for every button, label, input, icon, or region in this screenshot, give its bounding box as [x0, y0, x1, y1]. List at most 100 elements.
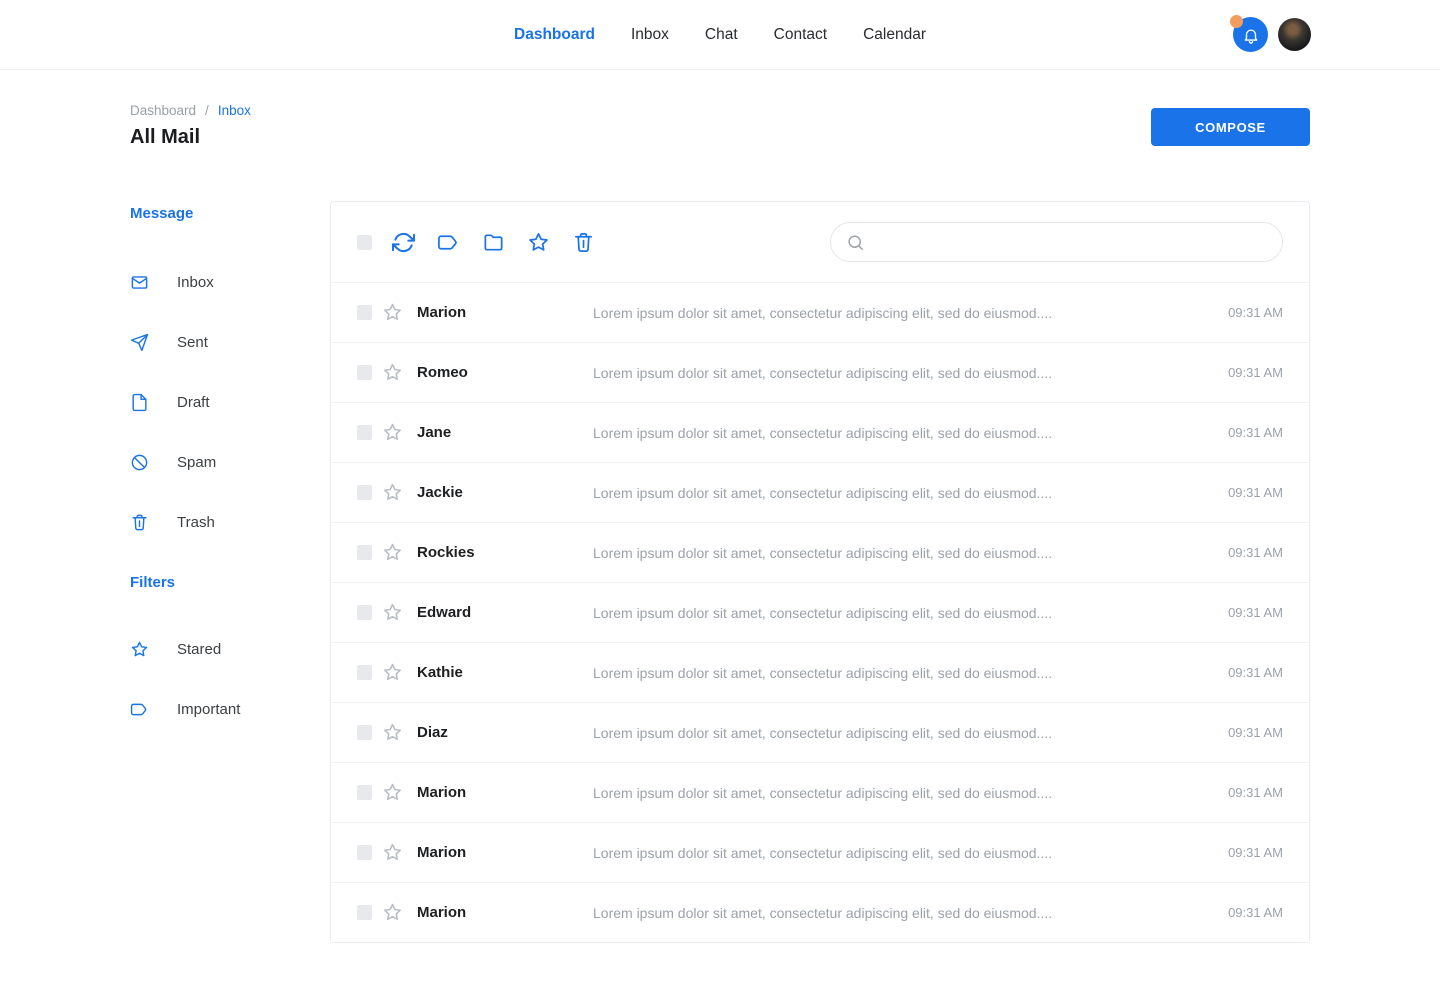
star-icon[interactable]: [382, 902, 403, 923]
send-icon: [130, 333, 149, 352]
star-icon[interactable]: [382, 302, 403, 323]
folder-button[interactable]: [482, 231, 505, 254]
user-avatar[interactable]: [1278, 18, 1311, 51]
topnav-right: [1233, 17, 1311, 52]
row-checkbox[interactable]: [357, 845, 372, 860]
sidebar-item-label: Draft: [177, 394, 210, 411]
star-icon[interactable]: [382, 362, 403, 383]
mail-row[interactable]: Jackie Lorem ipsum dolor sit amet, conse…: [331, 462, 1309, 522]
mail-row[interactable]: Marion Lorem ipsum dolor sit amet, conse…: [331, 882, 1309, 942]
row-checkbox[interactable]: [357, 545, 372, 560]
mail-rows: Marion Lorem ipsum dolor sit amet, conse…: [331, 282, 1309, 942]
sidebar-item-label: Spam: [177, 454, 216, 471]
nav-inbox[interactable]: Inbox: [631, 26, 669, 44]
timestamp: 09:31 AM: [1228, 905, 1283, 920]
page-body: Dashboard / Inbox All Mail COMPOSE Messa…: [0, 70, 1440, 943]
sender-name: Marion: [417, 784, 593, 801]
sidebar-item-draft[interactable]: Draft: [130, 372, 330, 432]
star-icon: [130, 640, 149, 659]
row-checkbox[interactable]: [357, 905, 372, 920]
star-button[interactable]: [527, 231, 550, 254]
preview-text: Lorem ipsum dolor sit amet, consectetur …: [593, 485, 1208, 501]
preview-text: Lorem ipsum dolor sit amet, consectetur …: [593, 725, 1208, 741]
mail-list-panel: Marion Lorem ipsum dolor sit amet, conse…: [330, 201, 1310, 943]
star-icon[interactable]: [382, 722, 403, 743]
delete-button[interactable]: [572, 231, 595, 254]
star-icon[interactable]: [382, 602, 403, 623]
content: Message Inbox Sent Draft: [130, 201, 1310, 943]
trash-icon: [130, 513, 149, 532]
search-input[interactable]: [875, 233, 1267, 251]
sidebar-item-stared[interactable]: Stared: [130, 619, 330, 679]
preview-text: Lorem ipsum dolor sit amet, consectetur …: [593, 545, 1208, 561]
mail-row[interactable]: Jane Lorem ipsum dolor sit amet, consect…: [331, 402, 1309, 462]
page-header: Dashboard / Inbox All Mail COMPOSE: [130, 70, 1310, 149]
row-checkbox[interactable]: [357, 305, 372, 320]
preview-text: Lorem ipsum dolor sit amet, consectetur …: [593, 425, 1208, 441]
label-icon: [437, 231, 460, 254]
breadcrumb-dashboard[interactable]: Dashboard: [130, 103, 196, 118]
star-icon: [527, 231, 550, 254]
row-checkbox[interactable]: [357, 665, 372, 680]
envelope-icon: [130, 273, 149, 292]
row-checkbox[interactable]: [357, 785, 372, 800]
star-icon[interactable]: [382, 422, 403, 443]
block-icon: [130, 453, 149, 472]
nav-chat[interactable]: Chat: [705, 26, 738, 44]
mail-row[interactable]: Edward Lorem ipsum dolor sit amet, conse…: [331, 582, 1309, 642]
sender-name: Jackie: [417, 484, 593, 501]
preview-text: Lorem ipsum dolor sit amet, consectetur …: [593, 665, 1208, 681]
compose-button[interactable]: COMPOSE: [1151, 108, 1310, 146]
mail-row[interactable]: Kathie Lorem ipsum dolor sit amet, conse…: [331, 642, 1309, 702]
breadcrumb-inbox[interactable]: Inbox: [218, 103, 251, 118]
row-checkbox[interactable]: [357, 605, 372, 620]
sidebar-item-important[interactable]: Important: [130, 679, 330, 739]
notifications-button[interactable]: [1233, 17, 1268, 52]
star-icon[interactable]: [382, 782, 403, 803]
sidebar-item-sent[interactable]: Sent: [130, 312, 330, 372]
breadcrumb: Dashboard / Inbox: [130, 103, 251, 118]
timestamp: 09:31 AM: [1228, 605, 1283, 620]
top-navigation: Dashboard Inbox Chat Contact Calendar: [0, 0, 1440, 70]
preview-text: Lorem ipsum dolor sit amet, consectetur …: [593, 605, 1208, 621]
sidebar-section-filters: Filters Stared Important: [130, 574, 330, 739]
sidebar-filters-list: Stared Important: [130, 619, 330, 739]
mail-row[interactable]: Marion Lorem ipsum dolor sit amet, conse…: [331, 282, 1309, 342]
mail-row[interactable]: Rockies Lorem ipsum dolor sit amet, cons…: [331, 522, 1309, 582]
mail-row[interactable]: Marion Lorem ipsum dolor sit amet, conse…: [331, 822, 1309, 882]
sidebar-item-label: Sent: [177, 334, 208, 351]
page-title: All Mail: [130, 126, 251, 149]
star-icon[interactable]: [382, 482, 403, 503]
mail-row[interactable]: Marion Lorem ipsum dolor sit amet, conse…: [331, 762, 1309, 822]
timestamp: 09:31 AM: [1228, 365, 1283, 380]
nav-contact[interactable]: Contact: [774, 26, 827, 44]
row-checkbox[interactable]: [357, 725, 372, 740]
sidebar: Message Inbox Sent Draft: [130, 201, 330, 739]
refresh-button[interactable]: [392, 231, 415, 254]
sidebar-item-spam[interactable]: Spam: [130, 432, 330, 492]
sender-name: Edward: [417, 604, 593, 621]
sidebar-item-label: Trash: [177, 514, 215, 531]
sidebar-item-trash[interactable]: Trash: [130, 492, 330, 552]
nav-calendar[interactable]: Calendar: [863, 26, 926, 44]
nav-dashboard[interactable]: Dashboard: [514, 26, 595, 44]
star-icon[interactable]: [382, 842, 403, 863]
label-button[interactable]: [437, 231, 460, 254]
sender-name: Rockies: [417, 544, 593, 561]
sidebar-message-list: Inbox Sent Draft Spam: [130, 252, 330, 552]
star-icon[interactable]: [382, 542, 403, 563]
sidebar-item-inbox[interactable]: Inbox: [130, 252, 330, 312]
select-all-checkbox[interactable]: [357, 235, 372, 250]
mail-row[interactable]: Diaz Lorem ipsum dolor sit amet, consect…: [331, 702, 1309, 762]
row-checkbox[interactable]: [357, 485, 372, 500]
refresh-icon: [392, 231, 415, 254]
bell-icon: [1242, 26, 1260, 44]
row-checkbox[interactable]: [357, 425, 372, 440]
sidebar-item-label: Inbox: [177, 274, 214, 291]
sidebar-section-message-title: Message: [130, 205, 330, 222]
star-icon[interactable]: [382, 662, 403, 683]
mail-row[interactable]: Romeo Lorem ipsum dolor sit amet, consec…: [331, 342, 1309, 402]
row-checkbox[interactable]: [357, 365, 372, 380]
timestamp: 09:31 AM: [1228, 425, 1283, 440]
sender-name: Marion: [417, 304, 593, 321]
